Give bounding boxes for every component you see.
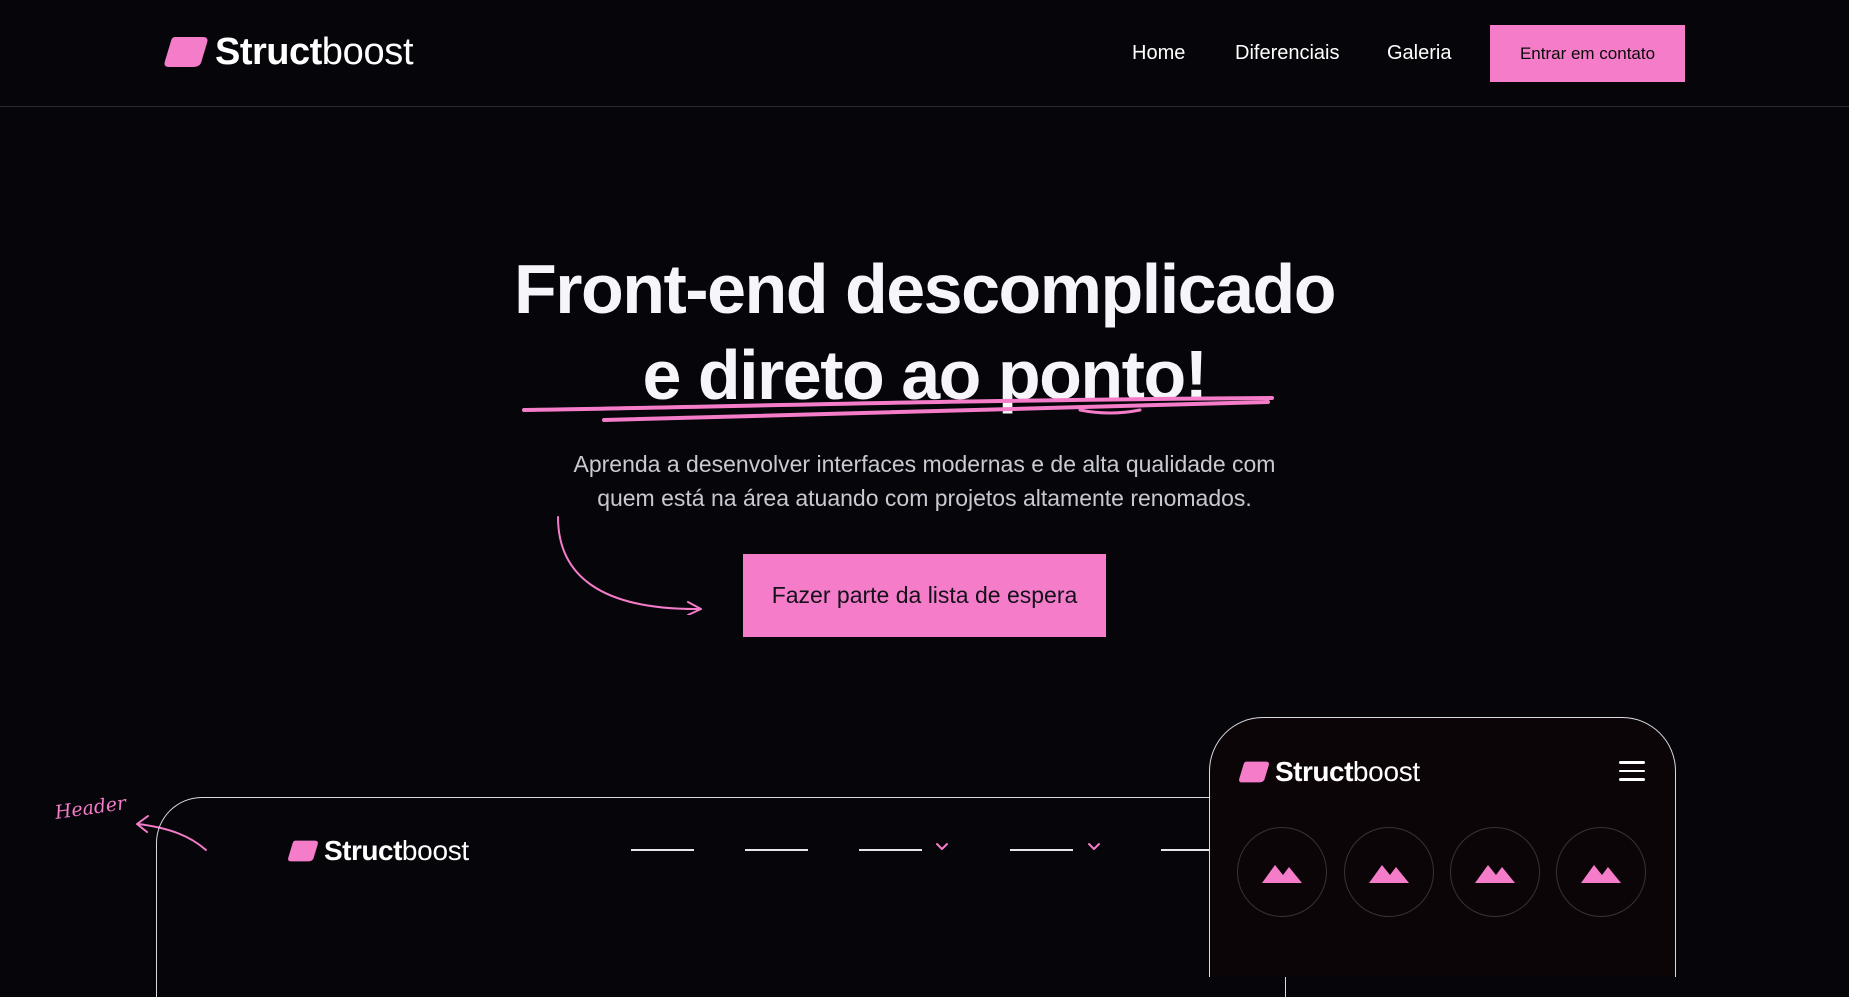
nav-link-home[interactable]: Home bbox=[1132, 42, 1185, 65]
nav-link-diferenciais[interactable]: Diferenciais bbox=[1235, 42, 1339, 65]
mockup-nav-placeholder bbox=[745, 849, 808, 851]
brush-underline-decoration bbox=[522, 396, 1274, 422]
chevron-down-icon bbox=[936, 843, 948, 850]
header-annotation-label: Header bbox=[53, 792, 128, 824]
contact-button[interactable]: Entrar em contato bbox=[1490, 25, 1685, 82]
logo-text-light: boost bbox=[401, 835, 469, 866]
waitlist-cta-button[interactable]: Fazer parte da lista de espera bbox=[743, 554, 1106, 637]
logo-text-bold: Struct bbox=[1275, 756, 1353, 787]
desktop-header-mockup bbox=[156, 797, 1286, 997]
mockup-nav-placeholder bbox=[1161, 849, 1211, 851]
nav-link-galeria[interactable]: Galeria bbox=[1387, 42, 1451, 65]
curved-arrow-icon bbox=[557, 516, 702, 615]
logo-text-bold: Struct bbox=[324, 835, 402, 866]
mountain-image-icon bbox=[1581, 865, 1621, 883]
logo-text-bold: Struct bbox=[215, 31, 322, 73]
hero-subtitle-line-1: Aprenda a desenvolver interfaces moderna… bbox=[573, 451, 1276, 477]
hero-subtitle-line-2: quem está na área atuando com projetos a… bbox=[597, 485, 1252, 511]
site-header: Struct boost Home Diferenciais Galeria En… bbox=[0, 0, 1849, 107]
mountain-image-icon bbox=[1369, 865, 1409, 883]
mockup-nav-placeholder bbox=[1010, 849, 1073, 851]
header-logo[interactable]: Struct boost bbox=[163, 30, 414, 74]
gallery-item bbox=[1450, 827, 1540, 917]
mountain-image-icon bbox=[1475, 865, 1515, 883]
gallery-item bbox=[1556, 827, 1646, 917]
logo-text-light: boost bbox=[1352, 756, 1420, 787]
mountain-image-icon bbox=[1262, 865, 1302, 883]
logo-text-light: boost bbox=[321, 31, 414, 73]
hamburger-menu-icon[interactable] bbox=[1619, 761, 1645, 783]
hero-title-line-1: Front-end descomplicado bbox=[513, 250, 1337, 328]
logo-mark-icon bbox=[1239, 761, 1269, 783]
gallery-item bbox=[1344, 827, 1434, 917]
mockup-logo: Struct boost bbox=[287, 835, 469, 867]
mockup-nav-placeholder bbox=[631, 849, 694, 851]
mockup-nav-placeholder bbox=[859, 849, 922, 851]
logo-mark-icon bbox=[164, 37, 208, 67]
gallery-item bbox=[1237, 827, 1327, 917]
mobile-mockup-logo: Struct boost bbox=[1238, 756, 1420, 788]
chevron-down-icon bbox=[1088, 843, 1100, 850]
logo-mark-icon bbox=[288, 840, 318, 862]
